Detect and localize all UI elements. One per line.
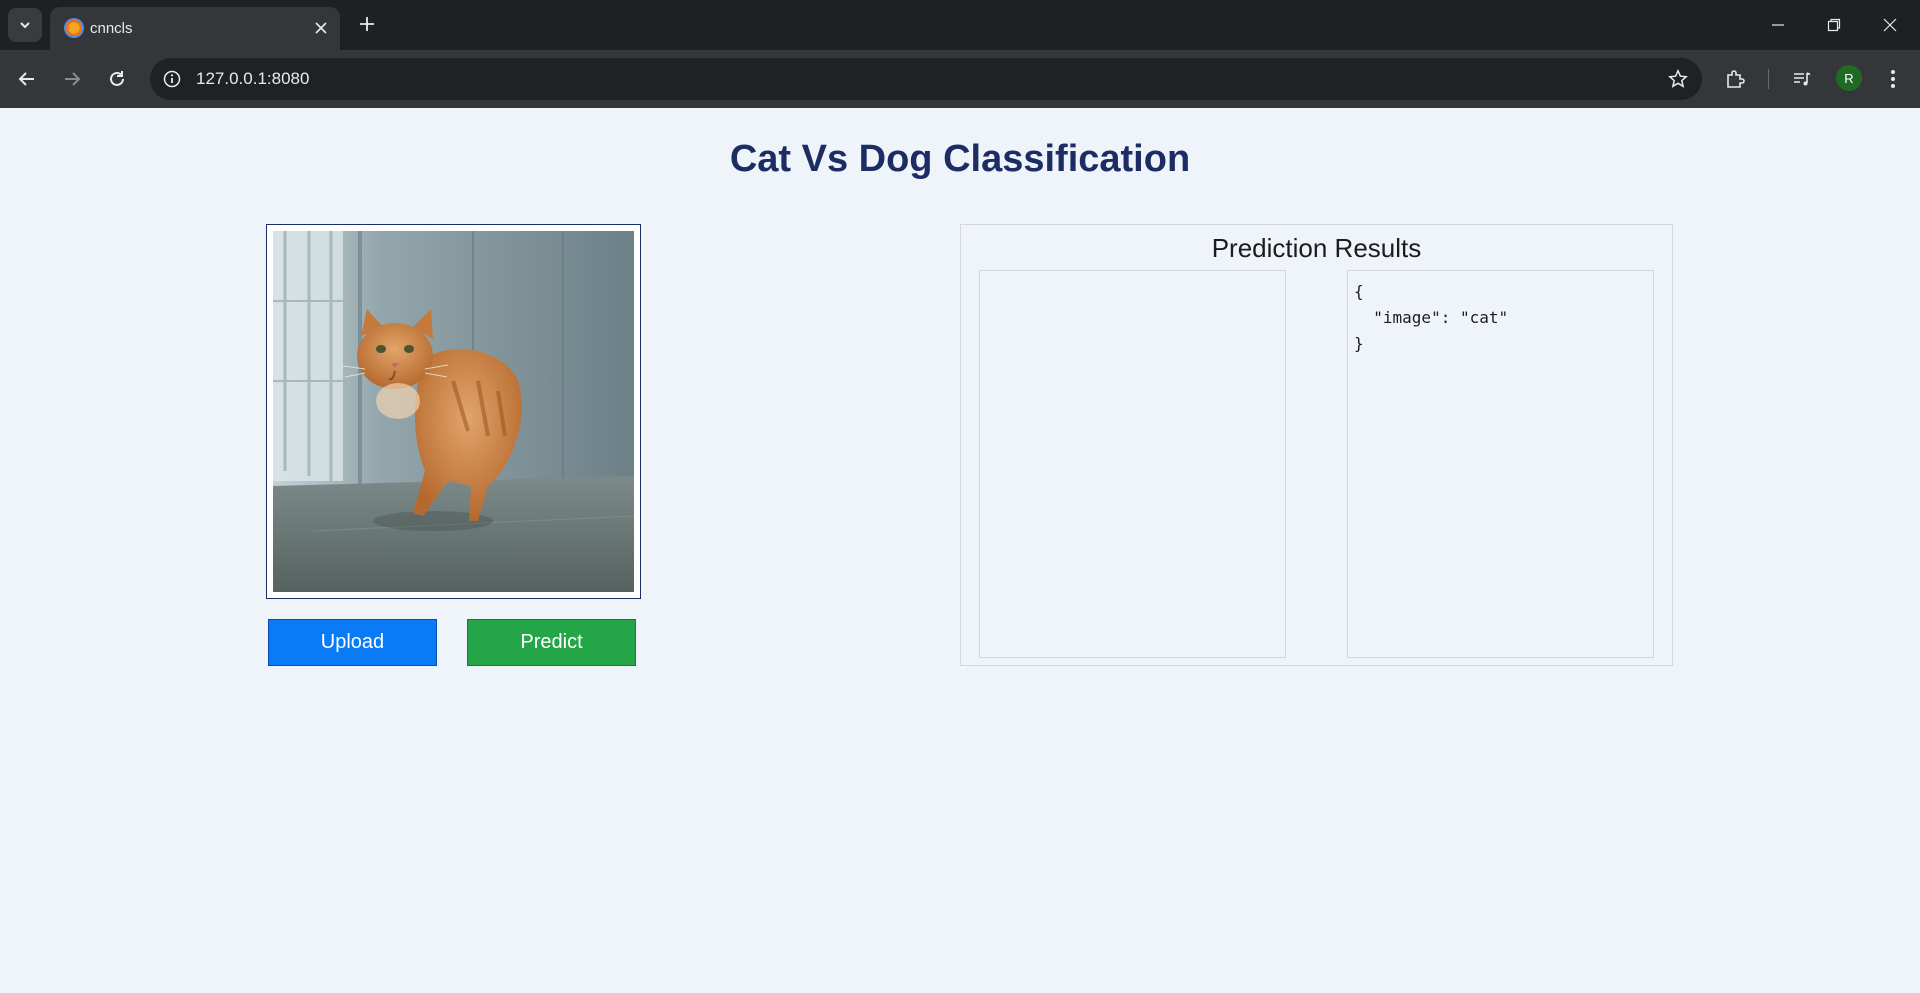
results-title: Prediction Results: [1211, 233, 1422, 263]
tab-search-icon[interactable]: [8, 8, 42, 42]
menu-icon[interactable]: [1876, 62, 1910, 96]
new-tab-icon[interactable]: [353, 10, 381, 38]
media-controls-icon[interactable]: [1785, 62, 1819, 96]
browser-tab[interactable]: cnncls: [50, 7, 340, 50]
url-text: 127.0.0.1:8080: [196, 69, 310, 88]
toolbar-divider: [1768, 69, 1769, 89]
minimize-icon[interactable]: [1750, 0, 1806, 50]
close-window-icon[interactable]: [1862, 0, 1918, 50]
restore-icon[interactable]: [1806, 0, 1862, 50]
extensions-icon[interactable]: [1718, 62, 1752, 96]
browser-tab-bar: cnncls: [0, 0, 1920, 50]
predict-button[interactable]: Predict: [467, 619, 636, 666]
results-panel: Prediction Results { "image": "cat" }: [960, 224, 1673, 666]
result-json-box: { "image": "cat" }: [1347, 270, 1654, 658]
back-icon[interactable]: [10, 62, 44, 96]
cat-photo: [273, 231, 634, 592]
reload-icon[interactable]: [100, 62, 134, 96]
page-content: Cat Vs Dog Classification Upload Predict…: [0, 108, 1920, 993]
profile-avatar[interactable]: R: [1836, 65, 1862, 91]
result-image-box: [979, 270, 1286, 658]
image-preview: [266, 224, 641, 599]
tab-title: cnncls: [90, 20, 133, 37]
forward-icon[interactable]: [55, 62, 89, 96]
page-title: Cat Vs Dog Classification: [729, 138, 1191, 180]
upload-button[interactable]: Upload: [268, 619, 437, 666]
address-bar[interactable]: 127.0.0.1:8080: [150, 58, 1702, 100]
close-tab-icon[interactable]: [310, 17, 332, 39]
bookmark-star-icon[interactable]: [1666, 67, 1690, 91]
site-info-icon[interactable]: [160, 67, 184, 91]
json-output: { "image": "cat" }: [1354, 282, 1509, 353]
browser-toolbar: 127.0.0.1:8080 R: [0, 50, 1920, 108]
favicon-icon: [64, 18, 84, 38]
